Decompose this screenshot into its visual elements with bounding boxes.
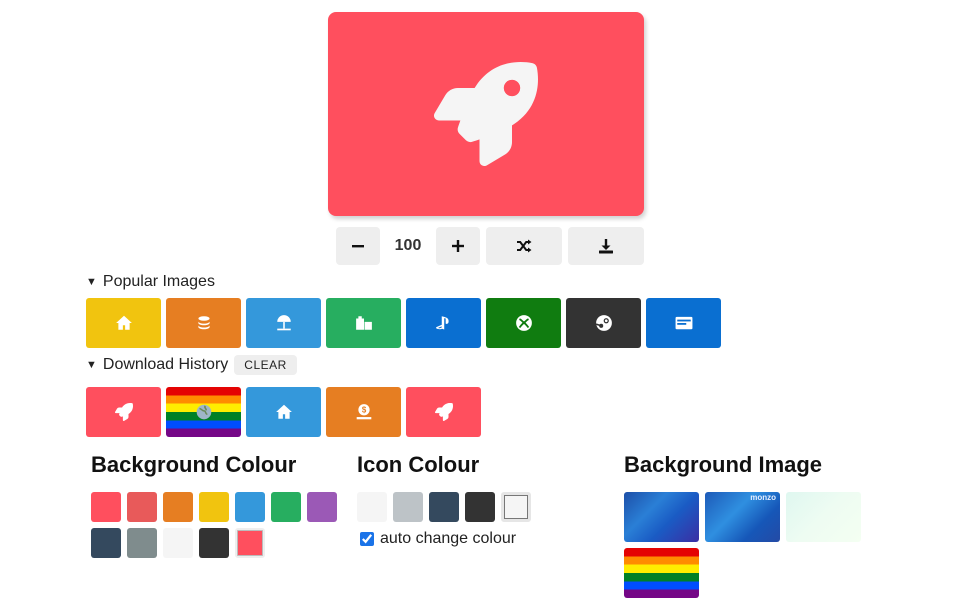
bg-swatch-white[interactable] [163, 528, 193, 558]
amex-icon [675, 316, 692, 330]
zoom-out-button[interactable] [336, 227, 380, 265]
bg-swatch-dark[interactable] [199, 528, 229, 558]
bg-image-rainbow-flag[interactable] [624, 548, 699, 598]
history-tile[interactable] [166, 387, 241, 437]
popular-tile-xbox[interactable] [486, 298, 561, 348]
icon-colour-heading: Icon Colour [357, 452, 480, 477]
bg-swatch-orange[interactable] [163, 492, 193, 522]
icon-swatch-selected[interactable] [501, 492, 531, 522]
popular-tile-amex[interactable] [646, 298, 721, 348]
svg-text:$: $ [361, 406, 366, 415]
home-icon [115, 315, 132, 330]
icon-colour-swatches [357, 492, 557, 528]
bg-swatch-green[interactable] [271, 492, 301, 522]
download-history-label: Download History [102, 356, 229, 373]
bg-image-mint-gradient[interactable] [786, 492, 861, 542]
icon-swatch-dark[interactable] [465, 492, 495, 522]
history-tile[interactable] [86, 387, 161, 437]
rocket-icon [114, 403, 133, 421]
zoom-in-button[interactable] [436, 227, 480, 265]
bg-swatch-selected[interactable] [235, 528, 265, 558]
download-history-row: $ [86, 387, 486, 437]
plus-icon [452, 240, 464, 252]
rocket-icon [434, 62, 538, 166]
download-history-toggle[interactable]: ▼ Download History CLEAR [86, 355, 297, 375]
icon-preview [328, 12, 644, 216]
bg-swatch-purple[interactable] [307, 492, 337, 522]
xbox-icon [515, 315, 532, 331]
bg-swatch-yellow[interactable] [199, 492, 229, 522]
beach-umbrella-icon [276, 315, 291, 331]
clear-history-button[interactable]: CLEAR [234, 355, 297, 375]
background-image-grid: monzo [624, 492, 874, 604]
zoom-value: 100 [394, 237, 422, 254]
gifts-icon [355, 316, 372, 330]
bg-swatch-grey[interactable] [127, 528, 157, 558]
background-image-heading: Background Image [624, 452, 823, 477]
popular-tile-playstation[interactable] [406, 298, 481, 348]
rocket-icon [434, 403, 453, 421]
expand-triangle-icon: ▼ [86, 276, 97, 288]
popular-images-toggle[interactable]: ▼ Popular Images [86, 273, 215, 291]
icon-swatch-navy[interactable] [429, 492, 459, 522]
playstation-icon [435, 316, 449, 330]
bg-swatch-coral[interactable] [127, 492, 157, 522]
shuffle-button[interactable] [486, 227, 562, 265]
home-icon [275, 404, 292, 419]
popular-tile-coins[interactable] [166, 298, 241, 348]
history-tile[interactable] [406, 387, 481, 437]
popular-images-row [86, 298, 726, 348]
coins-icon [197, 316, 210, 330]
icon-swatch-silver[interactable] [393, 492, 423, 522]
auto-change-colour-checkbox[interactable] [360, 532, 374, 546]
expand-triangle-icon: ▼ [86, 359, 97, 371]
popular-tile-home[interactable] [86, 298, 161, 348]
auto-change-colour-row: auto change colour [360, 530, 516, 548]
preview-controls: 100 [336, 227, 644, 265]
popular-tile-beach[interactable] [246, 298, 321, 348]
bg-image-monzo[interactable]: monzo [705, 492, 780, 542]
background-colour-swatches [91, 492, 351, 564]
monzo-tag: monzo [750, 493, 776, 502]
minus-icon [352, 245, 364, 248]
bg-image-blue-gradient[interactable] [624, 492, 699, 542]
icon-swatch-white[interactable] [357, 492, 387, 522]
shuffle-icon [517, 239, 532, 253]
money-icon: $ [356, 404, 371, 420]
steam-icon [595, 315, 612, 331]
history-tile[interactable]: $ [326, 387, 401, 437]
globe-icon [196, 404, 211, 420]
bg-swatch-navy[interactable] [91, 528, 121, 558]
background-colour-heading: Background Colour [91, 452, 297, 477]
bg-swatch-blue[interactable] [235, 492, 265, 522]
download-icon [599, 239, 613, 254]
popular-tile-steam[interactable] [566, 298, 641, 348]
bg-swatch-red[interactable] [91, 492, 121, 522]
popular-images-label: Popular Images [102, 273, 215, 290]
popular-tile-gifts[interactable] [326, 298, 401, 348]
history-tile[interactable] [246, 387, 321, 437]
auto-change-colour-label[interactable]: auto change colour [380, 530, 516, 548]
download-button[interactable] [568, 227, 644, 265]
